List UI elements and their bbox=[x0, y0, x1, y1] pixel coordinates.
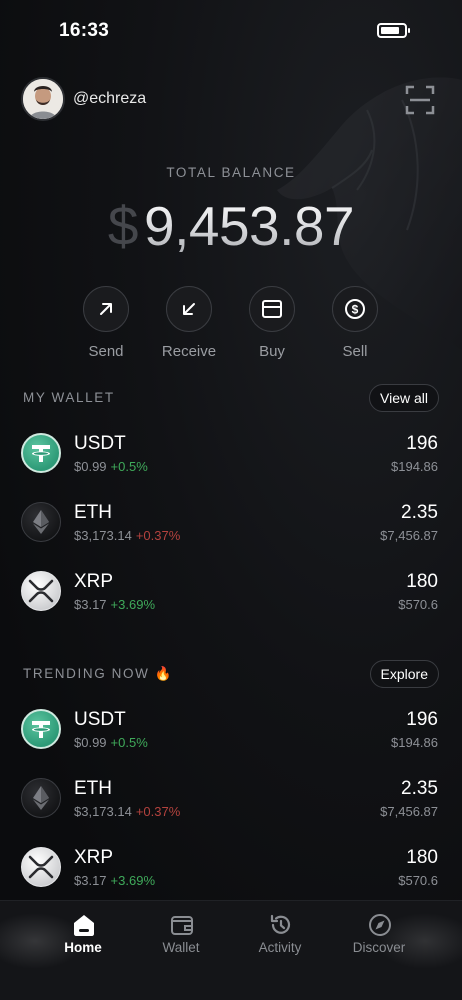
balance-label: TOTAL BALANCE bbox=[166, 165, 296, 180]
trending-asset-row[interactable]: USDT $0.99 +0.5% 196 $194.86 bbox=[0, 707, 462, 767]
xrp-icon bbox=[21, 571, 61, 611]
home-icon bbox=[74, 915, 94, 936]
asset-symbol: ETH bbox=[74, 502, 112, 523]
price-change: +0.5% bbox=[110, 459, 148, 474]
asset-symbol: XRP bbox=[74, 847, 114, 868]
avatar[interactable] bbox=[21, 77, 65, 121]
buy-label: Buy bbox=[259, 343, 285, 360]
tether-icon bbox=[21, 433, 61, 473]
tab-discover-label: Discover bbox=[352, 940, 406, 955]
tab-home[interactable]: Home bbox=[33, 901, 133, 1000]
tab-home-label: Home bbox=[64, 940, 102, 955]
tab-wallet[interactable]: Wallet bbox=[131, 901, 231, 1000]
buy-button[interactable]: Buy bbox=[227, 286, 317, 360]
total-balance: $9,453.87 bbox=[0, 194, 462, 258]
explore-button[interactable]: Explore bbox=[369, 660, 439, 688]
send-button[interactable]: Send bbox=[61, 286, 151, 360]
asset-quantity: 2.35 bbox=[401, 502, 438, 523]
tab-wallet-label: Wallet bbox=[162, 940, 200, 955]
sell-button[interactable]: $ Sell bbox=[310, 286, 400, 360]
send-label: Send bbox=[88, 343, 124, 360]
receive-label: Receive bbox=[161, 343, 217, 360]
trending-title: TRENDING NOW 🔥 bbox=[23, 666, 174, 681]
asset-quantity: 2.35 bbox=[401, 778, 438, 799]
price-change: +3.69% bbox=[110, 597, 155, 612]
asset-price: $3,173.14 +0.37% bbox=[74, 804, 181, 819]
status-time: 16:33 bbox=[59, 20, 110, 41]
svg-text:$: $ bbox=[352, 303, 359, 317]
asset-symbol: USDT bbox=[74, 709, 126, 730]
currency-symbol: $ bbox=[107, 195, 139, 257]
wallet-asset-row[interactable]: USDT $0.99 +0.5% 196 $194.86 bbox=[0, 431, 462, 491]
wallet-home-screen: 16:33 @echreza TOTAL BALANCE $9,453.87 S… bbox=[0, 0, 462, 1000]
my-wallet-title: MY WALLET bbox=[23, 390, 115, 405]
view-all-button[interactable]: View all bbox=[369, 384, 439, 412]
sell-label: Sell bbox=[342, 343, 368, 360]
tether-icon bbox=[21, 709, 61, 749]
asset-quantity: 196 bbox=[406, 709, 438, 730]
balance-amount: 9,453.87 bbox=[144, 195, 355, 257]
asset-value: $7,456.87 bbox=[380, 528, 438, 543]
arrow-down-left-icon bbox=[166, 286, 212, 332]
battery-level-fill bbox=[381, 27, 399, 34]
asset-price: $0.99 +0.5% bbox=[74, 735, 148, 750]
history-icon bbox=[270, 914, 291, 934]
card-icon bbox=[249, 286, 295, 332]
ethereum-icon bbox=[21, 502, 61, 542]
asset-value: $194.86 bbox=[391, 735, 438, 750]
arrow-up-right-icon bbox=[83, 286, 129, 332]
trending-asset-row[interactable]: XRP $3.17 +3.69% 180 $570.6 bbox=[0, 845, 462, 905]
asset-symbol: USDT bbox=[74, 433, 126, 454]
username: @echreza bbox=[73, 90, 147, 107]
asset-symbol: ETH bbox=[74, 778, 112, 799]
asset-quantity: 196 bbox=[406, 433, 438, 454]
profile-header[interactable]: @echreza bbox=[21, 77, 146, 121]
tab-discover[interactable]: Discover bbox=[329, 901, 429, 1000]
compass-icon bbox=[369, 914, 391, 936]
asset-price: $3.17 +3.69% bbox=[74, 597, 155, 612]
asset-price: $3,173.14 +0.37% bbox=[74, 528, 181, 543]
bottom-tab-bar: Home Wallet Activity Discover bbox=[0, 900, 462, 1000]
asset-price: $3.17 +3.69% bbox=[74, 873, 155, 888]
price-change: +0.37% bbox=[135, 804, 181, 819]
scan-qr-icon[interactable] bbox=[405, 85, 435, 115]
dollar-coin-icon: $ bbox=[332, 286, 378, 332]
price-change: +3.69% bbox=[110, 873, 155, 888]
receive-button[interactable]: Receive bbox=[144, 286, 234, 360]
asset-quantity: 180 bbox=[406, 571, 438, 592]
price-change: +0.5% bbox=[110, 735, 148, 750]
tab-activity[interactable]: Activity bbox=[230, 901, 330, 1000]
asset-value: $194.86 bbox=[391, 459, 438, 474]
asset-value: $570.6 bbox=[398, 597, 438, 612]
asset-symbol: XRP bbox=[74, 571, 114, 592]
asset-quantity: 180 bbox=[406, 847, 438, 868]
asset-value: $570.6 bbox=[398, 873, 438, 888]
tab-activity-label: Activity bbox=[258, 940, 302, 955]
wallet-asset-row[interactable]: ETH $3,173.14 +0.37% 2.35 $7,456.87 bbox=[0, 500, 462, 560]
asset-value: $7,456.87 bbox=[380, 804, 438, 819]
wallet-icon bbox=[171, 916, 193, 935]
status-bar: 16:33 bbox=[0, 0, 462, 60]
asset-price: $0.99 +0.5% bbox=[74, 459, 148, 474]
ethereum-icon bbox=[21, 778, 61, 818]
battery-icon bbox=[377, 23, 410, 38]
wallet-asset-row[interactable]: XRP $3.17 +3.69% 180 $570.6 bbox=[0, 569, 462, 629]
price-change: +0.37% bbox=[135, 528, 181, 543]
xrp-icon bbox=[21, 847, 61, 887]
trending-asset-row[interactable]: ETH $3,173.14 +0.37% 2.35 $7,456.87 bbox=[0, 776, 462, 836]
